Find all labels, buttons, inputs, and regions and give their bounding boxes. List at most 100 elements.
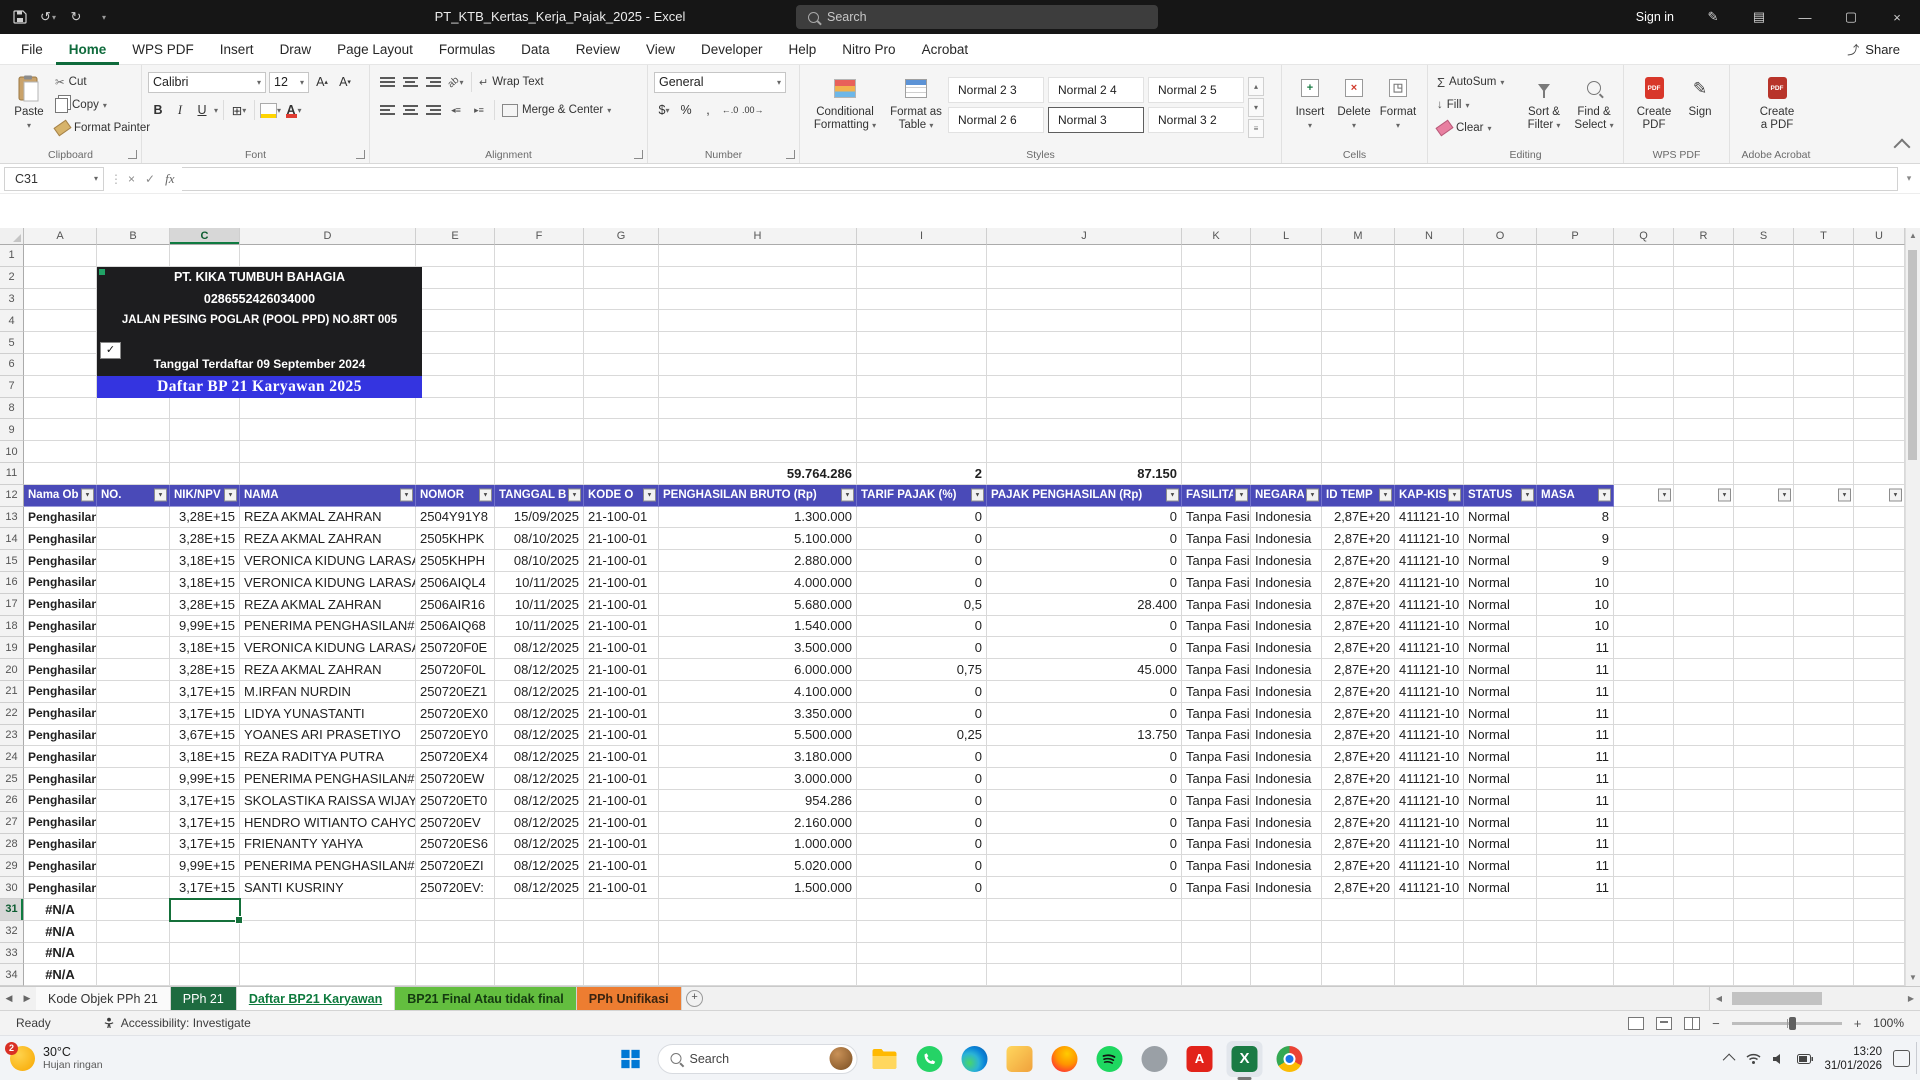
cell-P3[interactable] <box>1537 289 1614 311</box>
cell-I32[interactable] <box>857 921 987 943</box>
clipboard-dialog-launcher[interactable] <box>128 150 137 159</box>
row-header-14[interactable]: 14 <box>0 528 24 550</box>
row-header-28[interactable]: 28 <box>0 834 24 856</box>
cell-T8[interactable] <box>1794 398 1854 420</box>
cell-O17[interactable]: Normal <box>1464 594 1537 616</box>
cell-C30[interactable]: 3,17E+15 <box>170 877 240 899</box>
cell-U34[interactable] <box>1854 964 1905 986</box>
cell-R29[interactable] <box>1674 855 1734 877</box>
align-middle-button[interactable] <box>399 72 421 92</box>
cell-C23[interactable]: 3,67E+15 <box>170 725 240 747</box>
cell-Q25[interactable] <box>1614 768 1674 790</box>
cell-K6[interactable] <box>1182 354 1251 376</box>
filter-button-C[interactable]: ▼ <box>224 489 237 502</box>
cell-P7[interactable] <box>1537 376 1614 398</box>
filter-button-I[interactable]: ▼ <box>971 489 984 502</box>
cell-A26[interactable]: Penghasilan yang diter <box>24 790 97 812</box>
cell-P20[interactable]: 11 <box>1537 659 1614 681</box>
cell-T30[interactable] <box>1794 877 1854 899</box>
cell-K21[interactable]: Tanpa Fasi <box>1182 681 1251 703</box>
cell-P5[interactable] <box>1537 332 1614 354</box>
cell-O12[interactable]: STATUS▼ <box>1464 485 1537 507</box>
cell-T20[interactable] <box>1794 659 1854 681</box>
cell-I25[interactable]: 0 <box>857 768 987 790</box>
cell-G26[interactable]: 21-100-01 <box>584 790 659 812</box>
cell-T12[interactable]: ▼ <box>1794 485 1854 507</box>
row-header-26[interactable]: 26 <box>0 790 24 812</box>
cell-R16[interactable] <box>1674 572 1734 594</box>
cell-Q12[interactable]: ▼ <box>1614 485 1674 507</box>
cell-L20[interactable]: Indonesia <box>1251 659 1322 681</box>
show-desktop-edge[interactable] <box>1916 1042 1920 1074</box>
ribbon-tab-wps-pdf[interactable]: WPS PDF <box>119 34 207 65</box>
cell-F15[interactable]: 08/10/2025 <box>495 550 584 572</box>
cell-U16[interactable] <box>1854 572 1905 594</box>
cell-Q30[interactable] <box>1614 877 1674 899</box>
filter-button-L[interactable]: ▼ <box>1306 489 1319 502</box>
cell-G23[interactable]: 21-100-01 <box>584 725 659 747</box>
cell-K13[interactable]: Tanpa Fasi <box>1182 507 1251 529</box>
cell-J20[interactable]: 45.000 <box>987 659 1182 681</box>
cell-R11[interactable] <box>1674 463 1734 485</box>
cell-P30[interactable]: 11 <box>1537 877 1614 899</box>
cell-S1[interactable] <box>1734 245 1794 267</box>
cell-A7[interactable] <box>24 376 97 398</box>
cell-L29[interactable]: Indonesia <box>1251 855 1322 877</box>
cell-P26[interactable]: 11 <box>1537 790 1614 812</box>
cell-D18[interactable]: PENERIMA PENGHASILAN#: <box>240 616 416 638</box>
cell-P18[interactable]: 10 <box>1537 616 1614 638</box>
acrobat-button[interactable]: A <box>1182 1041 1218 1077</box>
cell-M9[interactable] <box>1322 419 1395 441</box>
cell-F16[interactable]: 10/11/2025 <box>495 572 584 594</box>
cell-K7[interactable] <box>1182 376 1251 398</box>
cell-N1[interactable] <box>1395 245 1464 267</box>
cell-M10[interactable] <box>1322 441 1395 463</box>
cell-I17[interactable]: 0,5 <box>857 594 987 616</box>
cell-B14[interactable] <box>97 528 170 550</box>
cell-U30[interactable] <box>1854 877 1905 899</box>
cell-H30[interactable]: 1.500.000 <box>659 877 857 899</box>
row-header-30[interactable]: 30 <box>0 877 24 899</box>
cell-O15[interactable]: Normal <box>1464 550 1537 572</box>
row-header-3[interactable]: 3 <box>0 289 24 311</box>
cell-F9[interactable] <box>495 419 584 441</box>
cell-R25[interactable] <box>1674 768 1734 790</box>
cell-U19[interactable] <box>1854 637 1905 659</box>
cell-C8[interactable] <box>170 398 240 420</box>
merge-center-button[interactable]: Merge & Center▾ <box>499 100 614 120</box>
cell-D27[interactable]: HENDRO WITIANTO CAHYO <box>240 812 416 834</box>
cell-N16[interactable]: 411121-10 <box>1395 572 1464 594</box>
cell-H32[interactable] <box>659 921 857 943</box>
gallery-down-button[interactable]: ▾ <box>1248 98 1264 117</box>
edge-button[interactable] <box>957 1041 993 1077</box>
cell-U12[interactable]: ▼ <box>1854 485 1905 507</box>
cell-R12[interactable]: ▼ <box>1674 485 1734 507</box>
cell-A11[interactable] <box>24 463 97 485</box>
cell-B28[interactable] <box>97 834 170 856</box>
cell-P33[interactable] <box>1537 943 1614 965</box>
cell-Q22[interactable] <box>1614 703 1674 725</box>
zoom-level[interactable]: 100% <box>1873 1016 1904 1030</box>
row-header-10[interactable]: 10 <box>0 441 24 463</box>
cell-H28[interactable]: 1.000.000 <box>659 834 857 856</box>
cell-T33[interactable] <box>1794 943 1854 965</box>
cell-B11[interactable] <box>97 463 170 485</box>
cell-L23[interactable]: Indonesia <box>1251 725 1322 747</box>
cell-A12[interactable]: Nama Ob▼ <box>24 485 97 507</box>
start-button[interactable] <box>613 1041 649 1077</box>
cell-K14[interactable]: Tanpa Fasi <box>1182 528 1251 550</box>
cell-T9[interactable] <box>1794 419 1854 441</box>
cell-A27[interactable]: Penghasilan yang diter <box>24 812 97 834</box>
cell-Q26[interactable] <box>1614 790 1674 812</box>
column-header-M[interactable]: M <box>1322 228 1395 245</box>
cell-F2[interactable] <box>495 267 584 289</box>
cell-R30[interactable] <box>1674 877 1734 899</box>
cell-T31[interactable] <box>1794 899 1854 921</box>
cell-P34[interactable] <box>1537 964 1614 986</box>
cell-R15[interactable] <box>1674 550 1734 572</box>
vertical-scrollbar[interactable]: ▲ ▼ <box>1905 228 1920 986</box>
column-header-Q[interactable]: Q <box>1614 228 1674 245</box>
ribbon-tab-insert[interactable]: Insert <box>207 34 267 65</box>
cell-K1[interactable] <box>1182 245 1251 267</box>
cell-D31[interactable] <box>240 899 416 921</box>
